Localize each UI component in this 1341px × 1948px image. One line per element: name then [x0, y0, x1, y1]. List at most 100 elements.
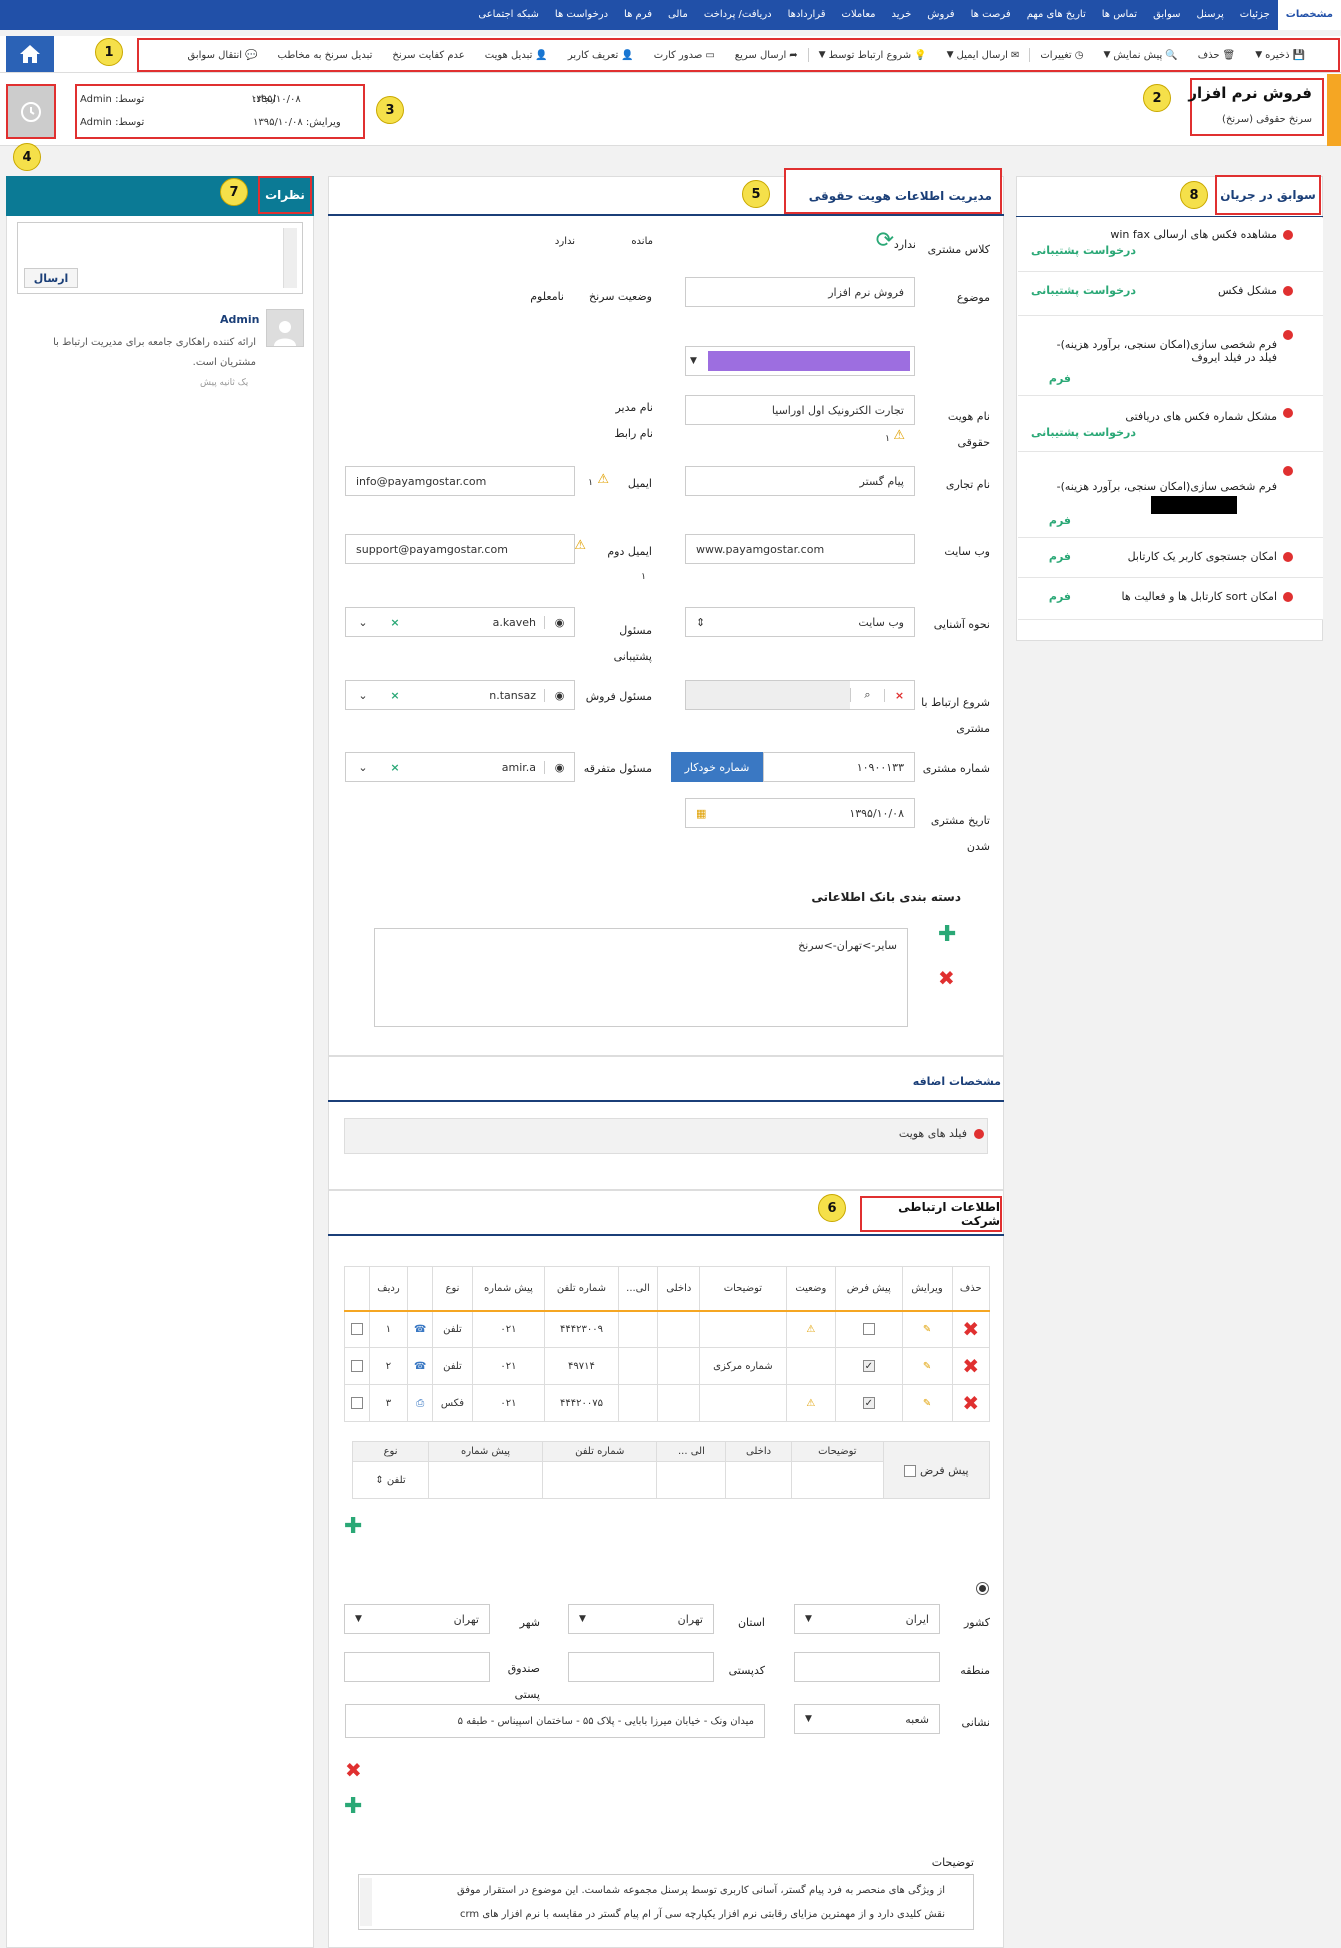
category-box[interactable]: سایر->تهران->سرنخ: [374, 928, 908, 1027]
lead-to-contact-button[interactable]: تبدیل سرنخ به مخاطب: [268, 50, 383, 61]
nav-tab-8[interactable]: خرید: [884, 0, 920, 30]
start-contact-field[interactable]: × ⌕: [685, 680, 915, 710]
clear-icon[interactable]: ×: [884, 688, 914, 702]
transfer-history-button[interactable]: 💬 انتقال سوابق: [178, 50, 268, 61]
row-checkbox[interactable]: [350, 1323, 363, 1336]
legal-name-input[interactable]: تجارت الکترونیک اول اوراسیا: [685, 395, 915, 425]
pobox-input[interactable]: [344, 1652, 490, 1682]
address-radio[interactable]: [976, 1582, 989, 1595]
nav-tab-10[interactable]: قراردادها: [780, 0, 834, 30]
color-select[interactable]: ▼: [685, 346, 915, 376]
history-item[interactable]: مشکل فکس درخواست پشتیبانی: [1018, 272, 1323, 316]
new-to-input[interactable]: [656, 1461, 727, 1499]
remove-address-icon[interactable]: ✖: [345, 1758, 362, 1782]
target-icon[interactable]: ◉: [544, 760, 574, 774]
delete-button[interactable]: 🗑 حذف: [1188, 50, 1246, 61]
address-type-select[interactable]: شعبه ▼: [794, 1704, 940, 1734]
row-checkbox[interactable]: [350, 1397, 363, 1409]
target-icon[interactable]: ◉: [544, 688, 574, 702]
auto-number-button[interactable]: شماره خودکار: [671, 752, 763, 782]
edit-icon[interactable]: ✎: [923, 1361, 931, 1372]
send-email-button[interactable]: ✉ ارسال ایمیل ▼: [937, 50, 1030, 61]
target-icon[interactable]: ◉: [544, 615, 574, 629]
subject-input[interactable]: فروش نرم افزار: [685, 277, 915, 307]
email2-input[interactable]: support@payamgostar.com: [345, 534, 575, 564]
calendar-icon[interactable]: ▦: [696, 807, 706, 820]
new-default-cell[interactable]: پیش فرض: [883, 1441, 990, 1499]
preview-button[interactable]: 🔍 پیش نمایش ▼: [1093, 50, 1187, 61]
new-ext-input[interactable]: [725, 1461, 792, 1499]
nav-tab-11[interactable]: دریافت/ پرداخت: [696, 0, 780, 30]
remove-category-icon[interactable]: ✖: [938, 966, 955, 990]
table-row[interactable]: ✖ ✎ ⚠ ۴۴۴۲۳۰۰۹ ۰۲۱ تلفن ☎ ۱: [344, 1310, 991, 1348]
clear-icon[interactable]: ×: [380, 761, 410, 774]
address-input[interactable]: میدان ونک - خیابان میرزا بابایی - پلاک ۵…: [345, 1704, 765, 1738]
default-checkbox[interactable]: [862, 1323, 875, 1336]
acquaint-select[interactable]: وب سایت ⇕: [685, 607, 915, 637]
edit-icon[interactable]: ✎: [923, 1324, 931, 1335]
city-select[interactable]: تهران ▼: [344, 1604, 490, 1634]
nav-tab-1[interactable]: جزئیات: [1232, 0, 1278, 30]
home-button[interactable]: [6, 36, 54, 72]
province-select[interactable]: تهران ▼: [568, 1604, 714, 1634]
website-input[interactable]: www.payamgostar.com: [685, 534, 915, 564]
delete-icon[interactable]: ✖: [962, 1317, 979, 1341]
nav-tab-13[interactable]: فرم ها: [616, 0, 660, 30]
nav-tab-14[interactable]: درخواست ها: [547, 0, 616, 30]
save-button[interactable]: 💾 ذخیره ▼: [1245, 50, 1315, 61]
history-item[interactable]: امکان sort کارتابل ها و فعالیت ها فرم: [1018, 578, 1323, 620]
scrollbar[interactable]: [283, 228, 297, 288]
nav-tab-15[interactable]: شبکه اجتماعی: [470, 0, 547, 30]
start-contact-button[interactable]: 💡 شروع ارتباط توسط ▼: [809, 50, 937, 61]
default-checkbox[interactable]: ✓: [862, 1360, 875, 1372]
country-select[interactable]: ایران ▼: [794, 1604, 940, 1634]
define-user-button[interactable]: 👤 تعریف کاربر: [558, 50, 644, 61]
scrollbar[interactable]: [360, 1878, 372, 1926]
nav-tab-9[interactable]: معاملات: [834, 0, 884, 30]
nav-tab-0[interactable]: مشخصات: [1277, 0, 1341, 30]
new-prefix-input[interactable]: [428, 1461, 544, 1499]
table-row[interactable]: ✖ ✎ ✓ شماره مرکزی ۴۹۷۱۴ ۰۲۱ تلفن ☎ ۲: [344, 1347, 991, 1385]
send-fast-button[interactable]: ➦ ارسال سریع: [725, 50, 808, 61]
identity-fields-row[interactable]: [344, 1118, 988, 1154]
clear-icon[interactable]: ×: [380, 689, 410, 702]
nav-tab-7[interactable]: فروش: [919, 0, 962, 30]
changes-button[interactable]: ◷ تغییرات: [1030, 50, 1093, 61]
sales-owner-field[interactable]: ⌄ × n.tansaz ◉: [345, 680, 575, 710]
edit-icon[interactable]: ✎: [923, 1398, 931, 1409]
send-comment-button[interactable]: ارسال: [24, 268, 78, 288]
notes-textarea[interactable]: از ویژگی های منحصر به فرد پیام گستر، آسا…: [358, 1874, 974, 1930]
postcode-input[interactable]: [568, 1652, 714, 1682]
trade-name-input[interactable]: پیام گستر: [685, 466, 915, 496]
lead-disqualify-button[interactable]: عدم کفایت سرنخ: [382, 50, 474, 61]
customer-number-input[interactable]: ۱۰۹۰۰۱۳۳: [763, 752, 915, 782]
region-input[interactable]: [794, 1652, 940, 1682]
customer-date-input[interactable]: ۱۳۹۵/۱۰/۰۸ ▦: [685, 798, 915, 828]
nav-tab-5[interactable]: تاریخ های مهم: [1019, 0, 1094, 30]
email-input[interactable]: info@payamgostar.com: [345, 466, 575, 496]
add-phone-icon[interactable]: ✚: [344, 1514, 362, 1539]
history-clock-button[interactable]: [6, 84, 56, 139]
change-identity-button[interactable]: 👤 تبدیل هویت: [475, 50, 558, 61]
new-phone-input[interactable]: [542, 1461, 658, 1499]
issue-card-button[interactable]: ▭ صدور کارت: [644, 50, 725, 61]
new-type-select[interactable]: تلفن ⇕: [351, 1461, 430, 1499]
history-item[interactable]: مشکل شماره فکس های دریافتی درخواست پشتیبا…: [1018, 396, 1323, 452]
support-owner-field[interactable]: ⌄ × a.kaveh ◉: [345, 607, 575, 637]
row-checkbox[interactable]: [350, 1360, 363, 1372]
history-item[interactable]: امکان جستجوی کاربر یک کارتابل فرم: [1018, 538, 1323, 578]
clear-icon[interactable]: ×: [380, 616, 410, 629]
delete-icon[interactable]: ✖: [962, 1354, 979, 1378]
misc-owner-field[interactable]: ⌄ × amir.a ◉: [345, 752, 575, 782]
add-address-icon[interactable]: ✚: [344, 1794, 362, 1819]
nav-tab-6[interactable]: فرصت ها: [963, 0, 1019, 30]
nav-tab-2[interactable]: پرسنل: [1189, 0, 1232, 30]
default-checkbox[interactable]: ✓: [862, 1397, 875, 1409]
add-category-icon[interactable]: ✚: [938, 922, 956, 947]
nav-tab-12[interactable]: مالی: [660, 0, 696, 30]
nav-tab-3[interactable]: سوابق: [1145, 0, 1188, 30]
history-item[interactable]: مشاهده فکس های ارسالی win fax درخواست پشت…: [1018, 218, 1323, 272]
history-item[interactable]: فرم شخصی سازی(امکان سنجی، برآورد هزینه)-…: [1018, 452, 1323, 538]
search-icon[interactable]: ⌕: [850, 688, 884, 702]
new-default-checkbox[interactable]: [904, 1464, 917, 1477]
